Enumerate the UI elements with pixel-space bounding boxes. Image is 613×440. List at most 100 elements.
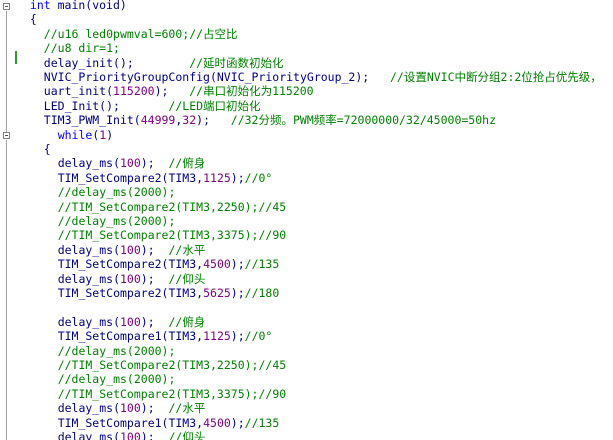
code-line[interactable]: delay_ms(100); //仰头 xyxy=(58,272,206,286)
code-token-cmt: //水平 xyxy=(168,242,206,257)
code-token-code: delay_ms( xyxy=(57,271,120,286)
code-line[interactable]: //delay_ms(2000); xyxy=(58,214,176,228)
code-token-cmt: //u16 led0pwmval=600;//占空比 xyxy=(43,26,238,41)
code-token-code: ); xyxy=(140,156,169,171)
code-line[interactable]: //delay_ms(2000); xyxy=(58,185,176,199)
code-line[interactable]: uart_init(115200); //串口初始化为115200 xyxy=(44,84,314,98)
code-token-code: { xyxy=(29,12,37,27)
code-token-num: 4500 xyxy=(203,257,231,272)
code-token-code: TIM_SetCompare1(TIM3, xyxy=(57,415,204,430)
code-token-kw: while xyxy=(57,127,93,142)
code-token-code: delay_ms( xyxy=(57,156,120,171)
editor-gutter xyxy=(0,0,13,440)
code-token-code: TIM_SetCompare2(TIM3, xyxy=(57,257,204,272)
code-token-cmt: //135 xyxy=(244,415,280,430)
code-token-cmt: //俯身 xyxy=(168,314,206,329)
code-line[interactable]: //TIM_SetCompare2(TIM3,3375);//90 xyxy=(58,228,286,242)
code-token-cmt: //delay_ms(2000); xyxy=(57,372,176,387)
code-line[interactable]: //u8 dir=1; xyxy=(44,41,120,55)
code-token-cmt: //TIM_SetCompare2(TIM3,3375);//90 xyxy=(57,386,287,401)
code-token-cmt: //135 xyxy=(244,257,280,272)
code-token-code: ); xyxy=(140,242,169,257)
code-token-num: 44999 xyxy=(140,113,176,128)
code-line[interactable]: delay_ms(100); //水平 xyxy=(58,243,206,257)
code-token-cmt: //俯身 xyxy=(168,156,206,171)
code-token-code: ); xyxy=(230,286,245,300)
fold-toggle-while-icon[interactable] xyxy=(3,132,10,139)
code-token-code: ); xyxy=(140,401,169,416)
code-token-cmt: //delay_ms(2000); xyxy=(57,214,176,228)
code-token-code: TIM3_PWM_Init( xyxy=(43,113,141,128)
code-line[interactable]: delay_ms(100); //俯身 xyxy=(58,315,206,329)
code-token-code: ); xyxy=(154,84,190,99)
code-line[interactable]: delay_init(); //延时函数初始化 xyxy=(44,56,284,70)
code-token-cmt: //水平 xyxy=(168,401,206,416)
code-editor[interactable]: int main(void){//u16 led0pwmval=600;//占空… xyxy=(0,0,613,440)
code-line[interactable]: TIM_SetCompare1(TIM3,4500);//135 xyxy=(58,416,280,430)
code-line[interactable]: LED_Init(); //LED端口初始化 xyxy=(44,99,261,113)
code-line[interactable]: //delay_ms(2000); xyxy=(58,372,176,386)
code-token-code: ); xyxy=(140,430,169,440)
code-token-cmt: //延时函数初始化 xyxy=(189,55,284,70)
code-line[interactable]: while(1) xyxy=(58,128,113,142)
fold-guide-while xyxy=(6,140,7,440)
code-line[interactable]: { xyxy=(44,142,51,156)
fold-toggle-main-icon[interactable] xyxy=(3,3,10,10)
code-token-code: ); xyxy=(196,113,231,128)
code-token-code: delay_ms( xyxy=(57,242,120,257)
code-token-cmt: //LED端口初始化 xyxy=(168,98,261,113)
code-line[interactable]: TIM_SetCompare2(TIM3,5625);//180 xyxy=(58,286,280,300)
code-token-code: uart_init( xyxy=(43,84,114,99)
code-token-code: main(void) xyxy=(50,0,127,12)
code-token-num: 1125 xyxy=(203,329,231,344)
code-token-num: 100 xyxy=(120,271,141,286)
code-token-code: ); xyxy=(230,257,245,272)
code-token-code: ) xyxy=(106,127,114,142)
code-token-num: 4500 xyxy=(203,415,231,430)
code-token-code: ); xyxy=(140,314,169,329)
code-token-code: ); xyxy=(140,271,169,286)
code-token-code: { xyxy=(43,142,51,156)
code-token-num: 100 xyxy=(120,430,141,440)
code-line[interactable]: //delay_ms(2000); xyxy=(58,344,176,358)
code-line[interactable]: NVIC_PriorityGroupConfig(NVIC_PriorityGr… xyxy=(44,70,602,84)
code-line[interactable]: //TIM_SetCompare2(TIM3,3375);//90 xyxy=(58,387,286,401)
code-token-cmt: //TIM_SetCompare2(TIM3,2250);//45 xyxy=(57,199,287,214)
code-token-code: delay_ms( xyxy=(57,314,120,329)
code-token-cmt: //0° xyxy=(244,170,273,185)
code-token-cmt: //仰头 xyxy=(168,271,206,286)
code-line[interactable]: int main(void) xyxy=(30,0,127,12)
code-token-code: delay_ms( xyxy=(57,401,120,416)
fold-guide-main xyxy=(6,11,7,133)
code-token-code: TIM_SetCompare1(TIM3, xyxy=(57,329,204,344)
code-token-cmt: //设置NVIC中断分组2:2位抢占优先级， xyxy=(389,70,602,84)
code-line[interactable]: //TIM_SetCompare2(TIM3,2250);//45 xyxy=(58,200,286,214)
code-line[interactable]: //TIM_SetCompare2(TIM3,2250);//45 xyxy=(58,358,286,372)
code-token-cmt: //TIM_SetCompare2(TIM3,3375);//90 xyxy=(57,228,287,243)
code-line[interactable]: TIM_SetCompare1(TIM3,1125);//0° xyxy=(58,329,273,343)
code-token-code: ); xyxy=(230,415,245,430)
code-token-code: delay_ms( xyxy=(57,430,120,440)
code-token-code: delay_init(); xyxy=(43,55,190,70)
code-token-num: 1125 xyxy=(203,170,231,185)
code-token-kw: int xyxy=(29,0,51,12)
code-token-cmt: //180 xyxy=(244,286,280,300)
code-token-num: 100 xyxy=(120,156,141,171)
code-line[interactable]: { xyxy=(30,12,37,26)
code-token-num: 100 xyxy=(120,314,141,329)
code-token-code: ); xyxy=(230,170,245,185)
code-token-code: ); xyxy=(230,329,245,344)
code-token-num: 115200 xyxy=(113,84,155,99)
code-line[interactable]: delay_ms(100); //俯身 xyxy=(58,156,206,170)
code-token-code: LED_Init(); xyxy=(43,98,169,113)
code-token-num: 32 xyxy=(182,113,197,128)
code-line[interactable]: TIM_SetCompare2(TIM3,4500);//135 xyxy=(58,257,280,271)
code-token-cmt: //0° xyxy=(244,329,273,344)
code-line[interactable]: TIM_SetCompare2(TIM3,1125);//0° xyxy=(58,171,273,185)
code-line[interactable]: //u16 led0pwmval=600;//占空比 xyxy=(44,27,238,41)
code-token-cmt: //TIM_SetCompare2(TIM3,2250);//45 xyxy=(57,358,287,372)
code-token-cmt: //32分频。PWM频率=72000000/32/45000=50hz xyxy=(230,113,496,128)
code-line[interactable]: TIM3_PWM_Init(44999,32); //32分频。PWM频率=72… xyxy=(44,113,496,127)
code-line[interactable]: delay_ms(100); //仰头 xyxy=(58,430,206,440)
code-line[interactable]: delay_ms(100); //水平 xyxy=(58,401,206,415)
